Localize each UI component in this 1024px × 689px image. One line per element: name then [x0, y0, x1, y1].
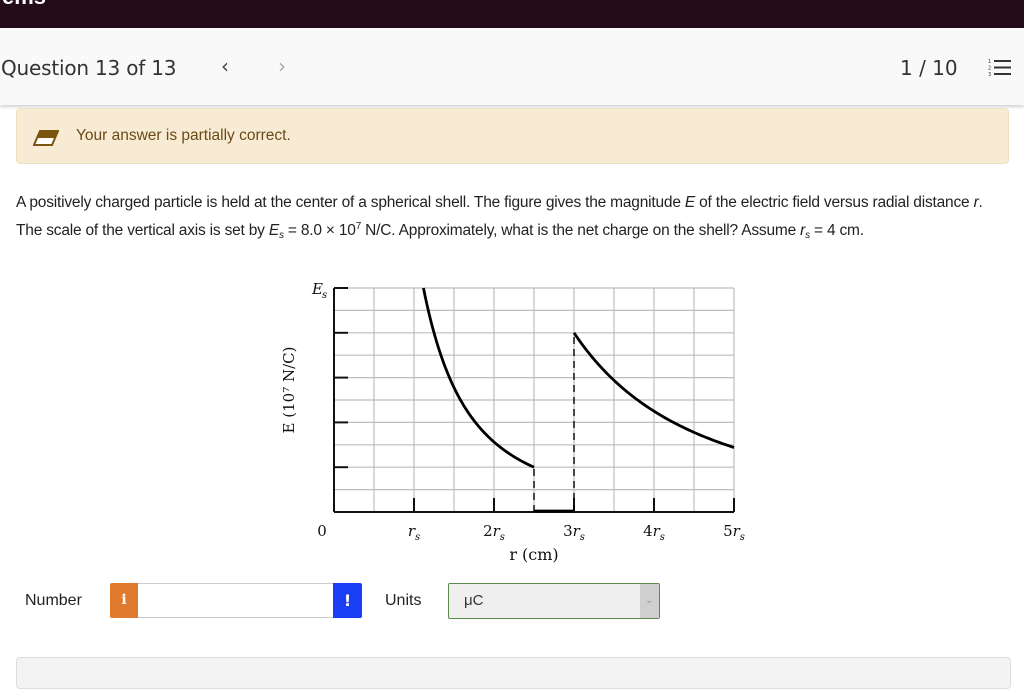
info-icon: i — [121, 592, 127, 608]
question-text-part: N/C. Approximately, what is the net char… — [361, 222, 801, 239]
info-button[interactable]: i — [110, 583, 138, 618]
svg-text:3: 3 — [988, 72, 991, 78]
previous-question-button[interactable]: ‹ — [221, 54, 229, 78]
units-select[interactable]: μC ⌄ — [448, 583, 660, 619]
question-text: A positively charged particle is held at… — [16, 191, 1006, 248]
chevron-left-icon: ‹ — [221, 54, 229, 78]
chart-grid — [333, 287, 735, 513]
x-tick-label: 0 — [317, 522, 327, 540]
chevron-down-icon: ⌄ — [640, 584, 659, 618]
partial-correct-notice: Your answer is partially correct. — [16, 108, 1009, 164]
y-axis-label: E (10⁷ N/C) — [280, 347, 298, 434]
app-bar-title-fragment: ems — [2, 0, 46, 10]
next-question-button[interactable]: › — [278, 54, 286, 78]
notice-message: Your answer is partially correct. — [76, 127, 291, 144]
units-label: Units — [385, 592, 422, 609]
y-top-label-sub: s — [322, 290, 327, 301]
question-header: Question 13 of 13 ‹ › 1 / 10 1 2 3 — [0, 28, 1024, 105]
svg-text:1: 1 — [988, 59, 991, 65]
answer-row: Number i ! Units μC ⌄ — [0, 582, 1024, 620]
x-tick-label: rs — [408, 522, 420, 543]
number-label: Number — [25, 592, 82, 609]
number-input[interactable] — [138, 583, 333, 618]
next-panel — [16, 657, 1011, 689]
svg-text:2: 2 — [988, 66, 991, 72]
question-text-part: A positively charged particle is held at… — [16, 194, 685, 211]
x-tick-label: 5rs — [723, 522, 745, 543]
exclamation-icon: ! — [343, 591, 352, 610]
variable-Es: E — [268, 222, 279, 239]
numbered-list-icon[interactable]: 1 2 3 — [988, 58, 1012, 78]
variable-E: E — [684, 194, 695, 211]
x-tick-label: 3rs — [563, 522, 585, 543]
attempt-page-count: 1 / 10 — [900, 56, 958, 80]
x-axis-label: r (cm) — [509, 545, 558, 564]
top-app-bar: ems — [0, 0, 1024, 28]
eraser-icon — [33, 130, 59, 146]
electric-field-chart: Es0 rs 2rs 3rs 4rs 5rsr (cm)E (10⁷ N/C) — [280, 280, 745, 564]
units-selected-value: μC — [464, 592, 484, 609]
x-tick-label: 2rs — [483, 522, 505, 543]
question-title: Question 13 of 13 — [1, 56, 177, 80]
question-text-part: = 8.0 × 10 — [283, 222, 356, 239]
question-text-part: = 4 cm. — [809, 222, 864, 239]
chevron-right-icon: › — [278, 54, 286, 78]
warning-button[interactable]: ! — [333, 583, 362, 618]
question-text-part: of the electric field versus radial dist… — [695, 194, 974, 211]
x-tick-label: 4rs — [643, 522, 665, 543]
